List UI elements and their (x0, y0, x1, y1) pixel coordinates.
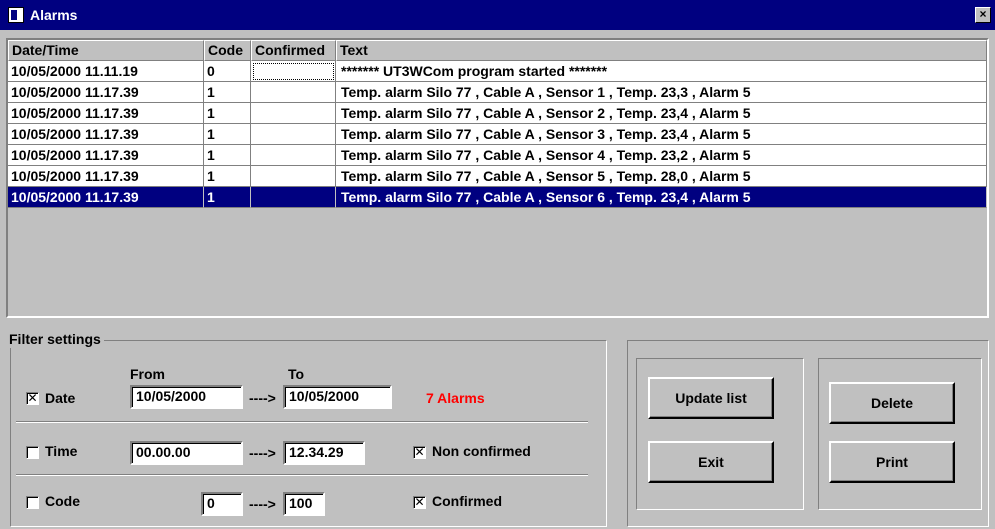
close-button[interactable]: × (975, 7, 991, 23)
code-checkbox[interactable] (26, 496, 39, 509)
row-confirmed[interactable] (251, 61, 336, 82)
row-code: 1 (204, 103, 251, 124)
row-text: Temp. alarm Silo 77 , Cable A , Sensor 4… (336, 145, 987, 166)
row-code: 1 (204, 124, 251, 145)
time-label[interactable]: Time (45, 443, 77, 459)
from-label: From (130, 366, 165, 382)
non-confirmed-label[interactable]: Non confirmed (432, 443, 531, 459)
date-label[interactable]: Date (45, 390, 75, 406)
update-list-button[interactable]: Update list (648, 377, 774, 419)
alarm-list[interactable]: Date/Time Code Confirmed Text 10/05/2000… (6, 38, 989, 318)
list-row[interactable]: 10/05/2000 11.17.39 1 Temp. alarm Silo 7… (8, 124, 987, 145)
edit-actions-frame (818, 358, 982, 510)
row-code: 0 (204, 61, 251, 82)
date-arrow: ----> (249, 390, 276, 406)
column-header-code[interactable]: Code (204, 40, 251, 61)
row-datetime: 10/05/2000 11.17.39 (8, 103, 204, 124)
alarms-count: 7 Alarms (426, 390, 485, 406)
row-datetime: 10/05/2000 11.17.39 (8, 145, 204, 166)
filter-settings-title: Filter settings (6, 330, 104, 348)
row-confirmed[interactable] (251, 145, 336, 166)
list-row[interactable]: 10/05/2000 11.17.39 1 Temp. alarm Silo 7… (8, 145, 987, 166)
code-arrow: ----> (249, 496, 276, 512)
to-label: To (288, 366, 305, 382)
list-row-selected[interactable]: 10/05/2000 11.17.39 1 Temp. alarm Silo 7… (8, 187, 987, 208)
row-confirmed[interactable] (251, 166, 336, 187)
row-text: ******* UT3WCom program started ******* (336, 61, 987, 82)
filter-separator (16, 474, 588, 476)
code-from-field[interactable]: 0 (201, 492, 243, 516)
row-confirmed[interactable] (251, 82, 336, 103)
row-datetime: 10/05/2000 11.17.39 (8, 82, 204, 103)
list-row[interactable]: 10/05/2000 11.17.39 1 Temp. alarm Silo 7… (8, 166, 987, 187)
column-header-text[interactable]: Text (336, 40, 987, 61)
app-icon (8, 7, 24, 23)
row-code: 1 (204, 166, 251, 187)
time-from-field[interactable]: 00.00.00 (130, 441, 243, 465)
row-confirmed[interactable] (251, 124, 336, 145)
code-to-field[interactable]: 100 (283, 492, 325, 516)
row-code: 1 (204, 187, 251, 208)
column-header-datetime[interactable]: Date/Time (8, 40, 204, 61)
list-row[interactable]: 10/05/2000 11.17.39 1 Temp. alarm Silo 7… (8, 82, 987, 103)
exit-button[interactable]: Exit (648, 441, 774, 483)
row-confirmed[interactable] (251, 187, 336, 208)
non-confirmed-checkbox[interactable]: ✕ (413, 446, 426, 459)
row-text: Temp. alarm Silo 77 , Cable A , Sensor 3… (336, 124, 987, 145)
row-text: Temp. alarm Silo 77 , Cable A , Sensor 1… (336, 82, 987, 103)
row-text: Temp. alarm Silo 77 , Cable A , Sensor 2… (336, 103, 987, 124)
window-title: Alarms (30, 7, 78, 23)
code-label[interactable]: Code (45, 493, 80, 509)
row-text: Temp. alarm Silo 77 , Cable A , Sensor 5… (336, 166, 987, 187)
date-to-field[interactable]: 10/05/2000 (283, 385, 392, 409)
row-datetime: 10/05/2000 11.11.19 (8, 61, 204, 82)
time-to-field[interactable]: 12.34.29 (283, 441, 365, 465)
confirmed-label[interactable]: Confirmed (432, 493, 502, 509)
list-header: Date/Time Code Confirmed Text (8, 40, 987, 61)
time-checkbox[interactable] (26, 446, 39, 459)
filter-separator (16, 421, 588, 423)
list-row[interactable]: 10/05/2000 11.17.39 1 Temp. alarm Silo 7… (8, 103, 987, 124)
column-header-confirmed[interactable]: Confirmed (251, 40, 336, 61)
time-arrow: ----> (249, 445, 276, 461)
date-from-field[interactable]: 10/05/2000 (130, 385, 243, 409)
print-button[interactable]: Print (829, 441, 955, 483)
confirmed-checkbox[interactable]: ✕ (413, 496, 426, 509)
date-checkbox[interactable]: ✕ (26, 392, 39, 405)
row-datetime: 10/05/2000 11.17.39 (8, 187, 204, 208)
row-datetime: 10/05/2000 11.17.39 (8, 124, 204, 145)
row-confirmed[interactable] (251, 103, 336, 124)
row-code: 1 (204, 145, 251, 166)
row-datetime: 10/05/2000 11.17.39 (8, 166, 204, 187)
list-empty-area[interactable] (8, 208, 987, 316)
close-icon: × (979, 7, 987, 21)
row-text: Temp. alarm Silo 77 , Cable A , Sensor 6… (336, 187, 987, 208)
delete-button[interactable]: Delete (829, 382, 955, 424)
list-row[interactable]: 10/05/2000 11.11.19 0 ******* UT3WCom pr… (8, 61, 987, 82)
row-code: 1 (204, 82, 251, 103)
title-bar[interactable]: Alarms × (0, 0, 995, 30)
